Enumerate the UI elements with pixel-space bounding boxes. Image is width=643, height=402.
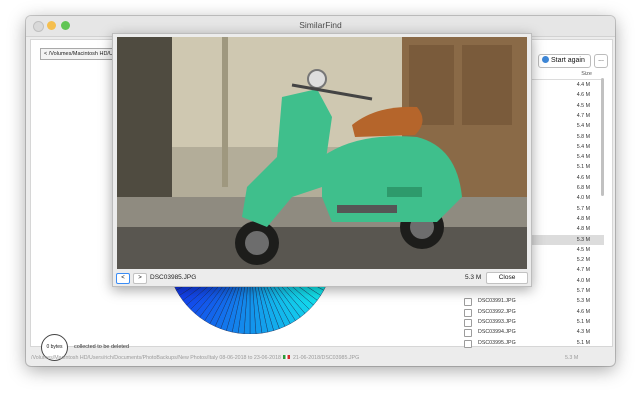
row-size: 4.8 M [576,226,590,233]
file-row[interactable]: 5.7 M [458,286,604,296]
row-size: 5.2 M [576,257,590,264]
row-size: 4.0 M [576,195,590,202]
row-size: 4.4 M [576,82,590,88]
row-size: 4.6 M [576,92,590,99]
file-row[interactable]: DSC03995.JPG 5.1 M [458,338,604,348]
row-filename: DSC03993.JPG [478,318,516,325]
close-preview-button[interactable]: Close [486,272,528,284]
file-row[interactable]: DSC03991.JPG 5.3 M [458,296,604,307]
photo-preview [117,37,527,269]
italy-flag-icon [283,355,291,359]
file-row[interactable]: DSC03993.JPG 5.1 M [458,317,604,327]
row-size: 5.1 M [576,339,590,346]
more-options-button[interactable]: ... [594,54,608,68]
start-again-label: Start again [551,57,585,64]
collected-label: collected to be deleted [74,344,130,350]
row-size: 4.8 M [576,215,590,222]
status-path-text: /Volumes/Macintosh HD/Users/rich/Documen… [31,355,281,361]
row-filename: DSC03992.JPG [478,308,516,315]
row-size: 5.7 M [576,288,590,294]
row-size: 4.5 M [576,246,590,253]
row-size: 4.7 M [576,112,590,119]
row-checkbox[interactable] [464,318,472,327]
row-checkbox[interactable] [464,329,472,338]
row-size: 5.4 M [576,123,590,130]
row-size: 5.1 M [576,318,590,325]
row-size: 5.3 M [576,236,590,243]
list-scrollbar[interactable] [601,78,604,196]
row-filename: DSC03991.JPG [478,298,516,305]
row-filename: DSC03995.JPG [478,339,516,346]
row-checkbox[interactable] [464,308,472,317]
status-path: /Volumes/Macintosh HD/Users/rich/Documen… [31,355,451,361]
row-size: 5.4 M [576,154,590,161]
previous-photo-button[interactable]: < [116,273,130,284]
row-size: 4.6 M [576,174,590,181]
size-column-header[interactable]: Size [581,71,592,77]
row-size: 5.1 M [576,164,590,171]
row-size: 5.7 M [576,205,590,212]
window-title: SimilarFind [299,20,342,30]
status-size: 5.3 M [565,355,579,361]
row-size: 4.5 M [576,102,590,109]
row-size: 4.3 M [576,329,590,336]
refresh-icon [542,56,549,63]
photo-filename: DSC03985.JPG [150,274,197,281]
row-size: 5.8 M [576,133,590,140]
status-path-tail: 21-06-2018/DSC03985.JPG [292,355,360,361]
photo-size: 5.3 M [465,274,482,281]
row-size: 4.7 M [576,267,590,274]
next-photo-button[interactable]: > [133,273,147,284]
row-size: 5.3 M [576,298,590,305]
row-size: 4.0 M [576,277,590,284]
preview-popup: < > DSC03985.JPG 5.3 M Close [112,33,532,287]
row-size: 4.6 M [576,308,590,315]
row-checkbox[interactable] [464,339,472,348]
row-size: 5.4 M [576,143,590,150]
file-row[interactable]: DSC03992.JPG 4.6 M [458,307,604,317]
row-filename: DSC03994.JPG [478,329,516,336]
start-again-button[interactable]: Start again [538,54,591,68]
row-checkbox[interactable] [464,298,472,307]
file-row[interactable]: DSC03994.JPG 4.3 M [458,327,604,338]
row-size: 6.8 M [576,185,590,191]
